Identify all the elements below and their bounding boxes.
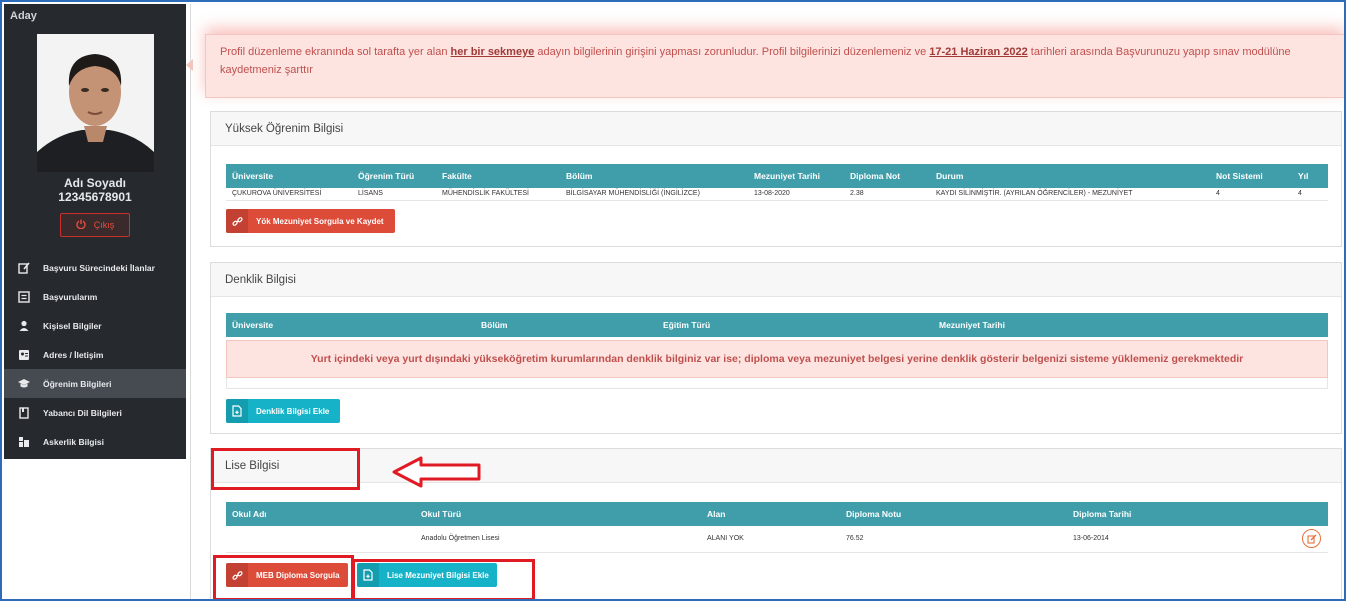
user-icon [17, 320, 31, 332]
address-card-icon [17, 349, 31, 361]
alert-emphasis-tabs: her bir sekmeye [450, 46, 535, 58]
candidate-id-number: 12345678901 [58, 190, 132, 204]
sidebar-item-label: Başvurularım [43, 291, 98, 302]
sidebar-item-kisisel-bilgiler[interactable]: Kişisel Bilgiler [4, 311, 186, 340]
equivalence-notice: Yurt içindeki veya yurt dışındaki yüksek… [226, 340, 1328, 378]
graduation-cap-icon [17, 378, 31, 390]
cell-graduation-date: 13-08-2020 [748, 188, 844, 201]
col-header: Üniversite [226, 313, 475, 337]
higher-education-table: Üniversite Öğrenim Türü Fakülte Bölüm Me… [226, 164, 1328, 201]
col-header: Diploma Not [844, 164, 930, 188]
yok-graduation-query-button[interactable]: Yök Mezuniyet Sorgula ve Kaydet [226, 209, 395, 233]
button-label: Denklik Bilgisi Ekle [256, 406, 330, 416]
content-divider [190, 4, 191, 599]
annotation-arrow-icon [392, 456, 481, 488]
col-header: Diploma Tarihi [1067, 502, 1296, 526]
table-header-row: Üniversite Öğrenim Türü Fakülte Bölüm Me… [226, 164, 1328, 188]
button-label: Yök Mezuniyet Sorgula ve Kaydet [256, 216, 384, 226]
sidebar-item-ilanlar[interactable]: Başvuru Sürecindeki İlanlar [4, 253, 186, 282]
panel-title: Yüksek Öğrenim Bilgisi [211, 112, 1341, 146]
col-header: Öğrenim Türü [352, 164, 436, 188]
sidebar-item-askerlik[interactable]: Askerlik Bilgisi [4, 427, 186, 456]
military-icon [17, 436, 31, 448]
cell-education-type: LİSANS [352, 188, 436, 201]
highlight-meb-button [213, 555, 354, 599]
table-row: Anadolu Öğretmen Lisesi ALANI YOK 76.52 … [226, 526, 1328, 553]
edit-icon [1306, 534, 1316, 544]
cell-status: KAYDI SİLİNMİŞTİR. (AYRILAN ÖĞRENCİLER) … [930, 188, 1210, 201]
col-header-actions [1295, 313, 1328, 337]
sidebar-item-label: Askerlik Bilgisi [43, 436, 104, 447]
sidebar-item-label: Başvuru Sürecindeki İlanlar [43, 262, 155, 273]
logout-button[interactable]: Çıkış [60, 213, 130, 237]
cell-field: ALANI YOK [701, 526, 840, 553]
col-header: Mezuniyet Tarihi [933, 313, 1295, 337]
logout-label: Çıkış [93, 220, 115, 230]
power-icon [76, 219, 86, 231]
col-header: Yıl [1292, 164, 1328, 188]
cell-department: BİLGİSAYAR MÜHENDİSLİĞİ (İNGİLİZCE) [560, 188, 748, 201]
col-header: Durum [930, 164, 1210, 188]
cell-faculty: MÜHENDİSLİK FAKÜLTESİ [436, 188, 560, 201]
col-header: Eğitim Türü [657, 313, 933, 337]
alert-text: Profil düzenleme ekranında sol tarafta y… [220, 46, 451, 58]
sidebar: Aday Adı Soyadı 12345678901 Çıkış Başvur… [4, 4, 186, 459]
high-school-table: Okul Adı Okul Türü Alan Diploma Notu Dip… [226, 502, 1328, 553]
sidebar-title: Aday [10, 10, 37, 22]
col-header: Üniversite [226, 164, 352, 188]
sidebar-item-adres-iletisim[interactable]: Adres / İletişim [4, 340, 186, 369]
col-header: Okul Adı [226, 502, 415, 526]
cell-diploma-grade: 2.38 [844, 188, 930, 201]
col-header: Fakülte [436, 164, 560, 188]
table-header-row: Okul Adı Okul Türü Alan Diploma Notu Dip… [226, 502, 1328, 526]
sidebar-item-label: Öğrenim Bilgileri [43, 378, 112, 389]
cell-diploma-date: 13-06-2014 [1067, 526, 1296, 553]
cell-diploma-grade: 76.52 [840, 526, 1067, 553]
sidebar-item-ogrenim-bilgileri[interactable]: Öğrenim Bilgileri [4, 369, 186, 398]
col-header: Diploma Notu [840, 502, 1067, 526]
alert-caret [186, 59, 193, 71]
sidebar-menu: Başvuru Sürecindeki İlanlar Başvurularım… [4, 253, 186, 456]
equivalence-table: Üniversite Bölüm Eğitim Türü Mezuniyet T… [226, 313, 1328, 337]
equivalence-table-footer [226, 378, 1328, 389]
cell-actions [1296, 526, 1328, 553]
col-header: Okul Türü [415, 502, 701, 526]
sidebar-item-label: Adres / İletişim [43, 349, 104, 360]
book-icon [17, 406, 31, 419]
profile-photo [37, 34, 154, 172]
alert-text: adayın bilgilerinin girişini yapması zor… [534, 46, 930, 58]
cell-school-name [226, 526, 415, 553]
col-header: Mezuniyet Tarihi [748, 164, 844, 188]
edit-icon [17, 261, 31, 274]
col-header: Bölüm [475, 313, 657, 337]
cell-grade-system: 4 [1210, 188, 1292, 201]
edit-row-button[interactable] [1302, 529, 1321, 549]
list-box-icon [17, 290, 31, 303]
sidebar-item-label: Yabancı Dil Bilgileri [43, 407, 122, 418]
cell-university: ÇUKUROVA ÜNİVERSİTESİ [226, 188, 352, 201]
highlight-lise-title [211, 448, 360, 490]
col-header: Not Sistemi [1210, 164, 1292, 188]
profile-warning-alert: Profil düzenleme ekranında sol tarafta y… [205, 34, 1344, 98]
add-equivalence-button[interactable]: Denklik Bilgisi Ekle [226, 399, 340, 423]
screenshot-frame: Aday Adı Soyadı 12345678901 Çıkış Başvur… [0, 0, 1346, 601]
table-header-row: Üniversite Bölüm Eğitim Türü Mezuniyet T… [226, 313, 1328, 337]
table-row: ÇUKUROVA ÜNİVERSİTESİ LİSANS MÜHENDİSLİK… [226, 188, 1328, 201]
cell-school-type: Anadolu Öğretmen Lisesi [415, 526, 701, 553]
panel-title: Lise Bilgisi [211, 449, 1341, 483]
sidebar-item-basvurularim[interactable]: Başvurularım [4, 282, 186, 311]
col-header-actions [1296, 502, 1328, 526]
col-header: Alan [701, 502, 840, 526]
col-header: Bölüm [560, 164, 748, 188]
link-icon [226, 209, 248, 233]
candidate-name: Adı Soyadı [63, 176, 126, 190]
sidebar-item-yabanci-dil[interactable]: Yabancı Dil Bilgileri [4, 398, 186, 427]
alert-emphasis-dates: 17-21 Haziran 2022 [929, 46, 1028, 58]
cell-year: 4 [1292, 188, 1328, 201]
panel-title: Denklik Bilgisi [211, 263, 1341, 297]
file-add-icon [226, 399, 248, 423]
sidebar-item-label: Kişisel Bilgiler [43, 320, 102, 331]
highlight-add-button [352, 559, 535, 599]
